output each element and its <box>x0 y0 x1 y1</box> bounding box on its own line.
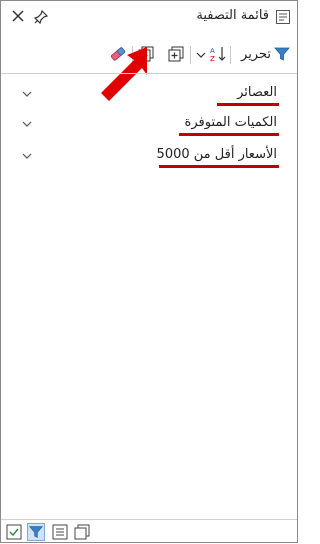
chevron-down-icon[interactable] <box>21 89 33 99</box>
edit-button[interactable]: تحرير <box>241 47 271 62</box>
close-icon[interactable] <box>11 9 25 23</box>
bottom-tab-bar <box>1 519 297 543</box>
annotation-underline <box>217 103 279 106</box>
filter-item[interactable]: العصائر <box>1 81 297 107</box>
filter-pane: قائمة التصفية تحرير A Z العصائر الكميات … <box>0 0 298 543</box>
filter-icon[interactable] <box>273 45 291 63</box>
expand-all-icon[interactable] <box>167 45 185 63</box>
dropdown-icon[interactable] <box>195 45 207 63</box>
annotation-underline <box>159 165 279 168</box>
filter-pane-icon <box>29 526 43 538</box>
svg-text:A: A <box>210 47 215 55</box>
window-title: قائمة التصفية <box>196 8 269 23</box>
filter-label: العصائر <box>237 85 277 100</box>
filter-item[interactable]: الكميات المتوفرة <box>1 111 297 137</box>
filter-pane-tab[interactable] <box>27 523 45 541</box>
chevron-down-icon[interactable] <box>21 119 33 129</box>
filter-list-icon <box>276 10 290 24</box>
filter-item[interactable]: الأسعار أقل من 5000 <box>1 143 297 169</box>
svg-text:Z: Z <box>210 55 215 63</box>
chevron-down-icon[interactable] <box>21 151 33 161</box>
toolbar-separator <box>190 46 191 64</box>
title-bar: قائمة التصفية <box>1 1 297 33</box>
toolbar-divider <box>1 73 297 74</box>
filter-label: الأسعار أقل من 5000 <box>156 147 277 162</box>
annotation-underline <box>179 133 279 136</box>
copy-icon[interactable] <box>73 523 91 541</box>
checked-list-icon[interactable] <box>5 523 23 541</box>
filter-label: الكميات المتوفرة <box>184 115 277 130</box>
toolbar-separator <box>230 46 231 64</box>
pin-icon[interactable] <box>33 9 49 25</box>
list-view-icon[interactable] <box>51 523 69 541</box>
sort-az-icon[interactable]: A Z <box>209 45 227 63</box>
